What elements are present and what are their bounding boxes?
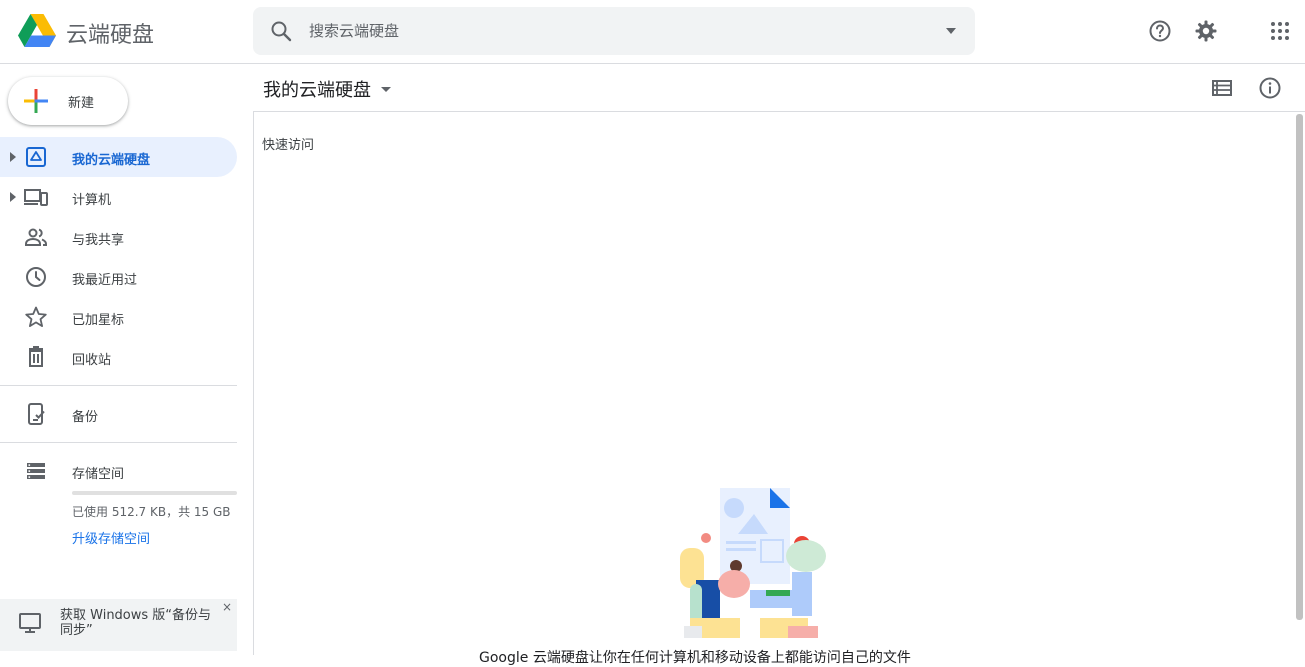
info-icon[interactable] (1258, 76, 1282, 100)
sidebar-item-trash[interactable]: 回收站 (0, 337, 237, 377)
vertical-scrollbar[interactable] (1296, 114, 1303, 620)
sidebar-item-label: 存储空间 (72, 467, 125, 482)
gear-icon (1195, 20, 1217, 42)
drive-logo-icon[interactable] (18, 14, 56, 48)
promo-text[interactable]: 获取 Windows 版“备份与同步” (60, 608, 220, 638)
sidebar-item-computers[interactable]: 计算机 (0, 177, 237, 217)
sidebar-item-starred[interactable]: 已加星标 (0, 297, 237, 337)
empty-state-illustration (680, 488, 826, 638)
sidebar-divider (0, 442, 237, 443)
sidebar-item-storage[interactable]: 存储空间 (0, 451, 237, 491)
top-bar: 云端硬盘 (0, 0, 1305, 64)
backup-icon (28, 403, 45, 425)
help-circle-icon (1149, 20, 1171, 42)
colorful-plus-icon (24, 89, 48, 113)
search-options-dropdown-icon[interactable] (945, 25, 957, 37)
star-icon (25, 306, 47, 328)
new-button-label: 新建 (68, 96, 95, 111)
storage-icon (27, 463, 45, 479)
quick-access-label: 快速访问 (262, 138, 315, 153)
expand-caret-icon[interactable] (10, 152, 16, 162)
sidebar-item-label: 已加星标 (72, 313, 125, 328)
sidebar-item-backups[interactable]: 备份 (0, 394, 237, 434)
chevron-down-icon[interactable] (380, 85, 392, 93)
sidebar-item-label: 备份 (72, 410, 99, 425)
drive-icon (26, 147, 46, 167)
trash-icon (29, 346, 43, 367)
sidebar-item-label: 计算机 (72, 193, 112, 208)
apps-grid-icon (1271, 22, 1289, 40)
apps-button[interactable] (1265, 16, 1295, 46)
computers-icon (24, 189, 48, 206)
backup-sync-promo[interactable]: 获取 Windows 版“备份与同步” × (0, 599, 237, 651)
sidebar-item-my-drive[interactable]: 我的云端硬盘 (0, 137, 237, 177)
monitor-icon (19, 613, 41, 633)
expand-caret-icon[interactable] (10, 192, 16, 202)
people-icon (25, 228, 47, 246)
sidebar-item-shared-with-me[interactable]: 与我共享 (0, 217, 237, 257)
sidebar-item-label: 我的云端硬盘 (72, 153, 151, 168)
sidebar-item-label: 我最近用过 (72, 273, 138, 288)
upgrade-storage-link[interactable]: 升级存储空间 (72, 528, 150, 547)
new-button[interactable]: 新建 (8, 77, 128, 125)
sidebar-divider (0, 385, 237, 386)
help-button[interactable] (1145, 16, 1175, 46)
storage-usage-text: 已使用 512.7 KB，共 15 GB (72, 505, 231, 519)
empty-state-caption: Google 云端硬盘让你在任何计算机和移动设备上都能访问自己的文件 (479, 650, 911, 666)
sidebar-item-label: 回收站 (72, 353, 112, 368)
search-input[interactable] (309, 7, 909, 55)
sidebar-item-recent[interactable]: 我最近用过 (0, 257, 237, 297)
search-bar[interactable] (253, 7, 975, 55)
close-icon[interactable]: × (222, 600, 232, 614)
sidebar-item-label: 与我共享 (72, 233, 125, 248)
page-title[interactable]: 我的云端硬盘 (263, 76, 371, 102)
settings-button[interactable] (1191, 16, 1221, 46)
storage-usage-bar (72, 491, 237, 495)
app-title[interactable]: 云端硬盘 (66, 17, 154, 49)
list-view-icon[interactable] (1210, 76, 1234, 100)
search-icon[interactable] (269, 19, 293, 43)
clock-icon (26, 267, 46, 287)
